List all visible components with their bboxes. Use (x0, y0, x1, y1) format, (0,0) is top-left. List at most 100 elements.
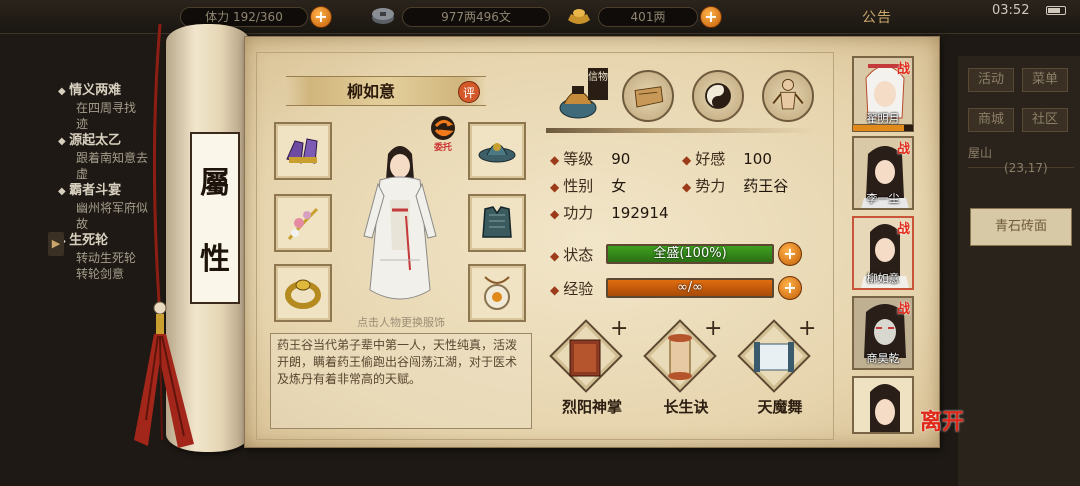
roster-name: 李一尘 (866, 192, 900, 205)
token-tag: 信物 (588, 68, 608, 100)
diamond-bullet-icon: ◆ (550, 207, 560, 221)
icon-divider (546, 128, 816, 133)
skill-add-button[interactable]: + (704, 318, 722, 340)
location-row: 屋山 (23,17) (968, 144, 1074, 175)
status-bar: 全盛(100%) (606, 244, 774, 264)
skill-add-button[interactable]: + (798, 318, 816, 340)
palm-manual-icon (569, 339, 601, 377)
skill-name: 长生诀 (663, 398, 709, 416)
skill-name: 天魔舞 (757, 398, 803, 416)
equip-slot-hat[interactable] (468, 122, 526, 180)
character-name-banner: 柳如意 评 (286, 76, 486, 106)
outfit-hint: 点击人物更换服饰 (357, 316, 445, 329)
rate-button[interactable]: 评 (458, 81, 480, 103)
battle-tag: 战 (896, 62, 910, 77)
roster-card[interactable] (852, 376, 914, 434)
status-label: ◆ 状态 (550, 246, 594, 264)
equip-slot-pendant[interactable] (468, 264, 526, 322)
character-name: 柳如意 (346, 82, 395, 101)
skill-card[interactable]: + 长生诀 (642, 318, 732, 420)
roster-card[interactable]: 战 商昊乾 (852, 296, 914, 370)
stat-gender: ◆ 性别女 (550, 177, 627, 195)
scroll-icon (668, 334, 692, 380)
exp-plus-button[interactable]: + (778, 276, 802, 300)
scroll-book-icon[interactable] (622, 70, 674, 122)
skill-card[interactable]: + 天魔舞 (736, 318, 826, 420)
roster-card[interactable]: 战 李一尘 (852, 136, 914, 210)
diamond-bullet-icon: ◆ (682, 180, 692, 194)
stat-power: ◆ 功力 192914 (550, 204, 669, 222)
gloves-icon (286, 138, 318, 164)
yinyang-icon[interactable] (692, 70, 744, 122)
equip-slot-armor[interactable] (468, 194, 526, 252)
nav-slot[interactable] (720, 450, 790, 484)
nav-slot[interactable] (240, 450, 310, 484)
ground-item-slot[interactable]: 青石砖面 (970, 208, 1072, 246)
exp-label: ◆ 经验 (550, 280, 594, 298)
hat-icon (478, 143, 516, 163)
silver-plus-button[interactable]: + (700, 6, 722, 28)
status-bar-text: 全盛(100%) (653, 246, 727, 261)
equip-slot-ring[interactable] (274, 264, 332, 322)
roster-card[interactable]: 战 翟明月 (852, 56, 914, 130)
collapse-arrow-icon[interactable]: ▶ (48, 232, 64, 256)
depart-button[interactable]: 离开 (920, 404, 970, 444)
roster-name: 柳如意 (866, 272, 900, 285)
notice-button[interactable]: 公告 (862, 7, 892, 27)
bottom-nav-strip (150, 448, 960, 486)
nav-slot[interactable] (480, 450, 550, 484)
open-scroll-icon (754, 342, 794, 372)
diamond-bullet-icon: ◆ (550, 153, 560, 167)
menu-button[interactable]: 菜单 (1022, 68, 1068, 92)
roster-affection-fill (853, 125, 904, 131)
silver-counter: 401两 (598, 7, 698, 27)
ring-icon (285, 279, 321, 309)
meridian-body-icon[interactable] (762, 70, 814, 122)
exp-bar: ∞/∞ (606, 278, 774, 298)
exp-bar-text: ∞/∞ (676, 280, 704, 295)
activity-button[interactable]: 活动 (968, 68, 1014, 92)
diamond-bullet-icon: ◆ (550, 249, 560, 263)
battle-tag: 战 (896, 222, 910, 237)
battery-icon (1046, 6, 1066, 15)
skill-add-button[interactable]: + (610, 318, 628, 340)
equip-slot-gloves[interactable] (274, 122, 332, 180)
character-bio: 药王谷当代弟子辈中第一人，天性纯真，活泼开朗，瞒着药王偷跑出谷闯荡江湖，对于医术… (270, 333, 532, 429)
hairpin-icon (287, 207, 319, 240)
stat-faction: ◆ 势力 药王谷 (682, 177, 789, 195)
diamond-bullet-icon: ◆ (682, 153, 692, 167)
attribute-scroll-label: 屬 性 (190, 132, 240, 304)
pendant-icon (484, 276, 510, 310)
silver-ingot-icon (568, 9, 590, 24)
swap-arrows-icon (431, 116, 455, 140)
stat-level: ◆ 等级 90 (550, 150, 631, 168)
nav-slot[interactable] (400, 450, 470, 484)
right-menu-panel: 活动 菜单 商城 社区 屋山 (23,17) 青石砖面 (958, 56, 1080, 486)
scroll-label-bottom: 性 (200, 242, 230, 277)
nav-slot[interactable] (560, 450, 630, 484)
roster-name: 商昊乾 (866, 352, 900, 365)
copper-coin-icon (372, 8, 394, 24)
shop-button[interactable]: 商城 (968, 108, 1014, 132)
skill-name: 烈阳神掌 (561, 398, 622, 416)
scroll-label-top: 屬 (200, 166, 230, 201)
stamina-plus-button[interactable]: + (310, 6, 332, 28)
battle-tag: 战 (896, 142, 910, 157)
avatar (854, 378, 912, 432)
copper-counter: 977两496文 (402, 7, 550, 27)
diamond-bullet-icon: ◆ (550, 283, 560, 297)
red-tassel-icon (134, 301, 194, 448)
roster-card[interactable]: 战 柳如意 (852, 216, 914, 290)
system-clock: 03:52 (992, 3, 1030, 18)
location-coords: (23,17) (1004, 161, 1048, 175)
equip-slot-hairpin[interactable] (274, 194, 332, 252)
community-button[interactable]: 社区 (1022, 108, 1068, 132)
nav-slot[interactable] (320, 450, 390, 484)
status-plus-button[interactable]: + (778, 242, 802, 266)
roster-affection-bar (852, 124, 914, 132)
diamond-bullet-icon: ◆ (550, 180, 560, 194)
skill-card[interactable]: + 烈阳神掌 (548, 318, 638, 420)
nav-slot[interactable] (640, 450, 710, 484)
character-portrait[interactable] (350, 140, 450, 310)
battle-tag: 战 (896, 302, 910, 317)
